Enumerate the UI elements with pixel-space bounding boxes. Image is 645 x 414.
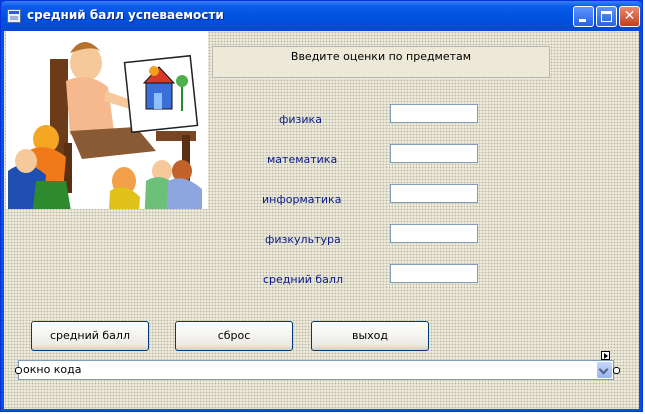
code-window-combo-value: окно кода [23,363,82,376]
prompt-panel: Введите оценки по предметам [212,46,550,78]
physics-label: физика [279,113,322,126]
exit-button[interactable]: выход [311,321,429,351]
maximize-icon [601,11,612,22]
form-client-area: Введите оценки по предметам физика матем… [4,31,639,409]
title-bar[interactable]: средний балл успеваемости ✕ [1,1,642,31]
code-window-combo[interactable]: окно кода [18,360,614,380]
close-button[interactable]: ✕ [619,6,640,27]
minimize-icon [579,19,586,22]
window-title: средний балл успеваемости [27,8,224,22]
informatics-label: информатика [262,193,342,206]
informatics-input[interactable] [390,184,478,203]
physics-input[interactable] [390,104,478,123]
maximize-button[interactable] [596,6,617,27]
average-button[interactable]: средний балл [31,321,149,351]
math-label: математика [267,153,338,166]
teacher-children-illustration [8,42,202,229]
pe-input[interactable] [390,224,478,243]
reset-button[interactable]: сброс [175,321,293,351]
chevron-down-icon[interactable] [597,362,612,378]
pe-label: физкультура [265,233,341,246]
minimize-button[interactable] [573,6,594,27]
close-icon: ✕ [623,8,636,24]
math-input[interactable] [390,144,478,163]
smart-tag-icon[interactable] [601,351,610,360]
teacher-reading-picture [6,31,208,229]
window-icon [7,9,21,23]
resize-handle-right[interactable] [613,367,620,374]
resize-handle-left[interactable] [15,367,22,374]
average-label: средний балл [263,273,343,286]
app-window: средний балл успеваемости ✕ Введите оцен… [0,0,643,412]
prompt-label: Введите оценки по предметам [290,50,472,63]
average-output[interactable] [390,264,478,283]
